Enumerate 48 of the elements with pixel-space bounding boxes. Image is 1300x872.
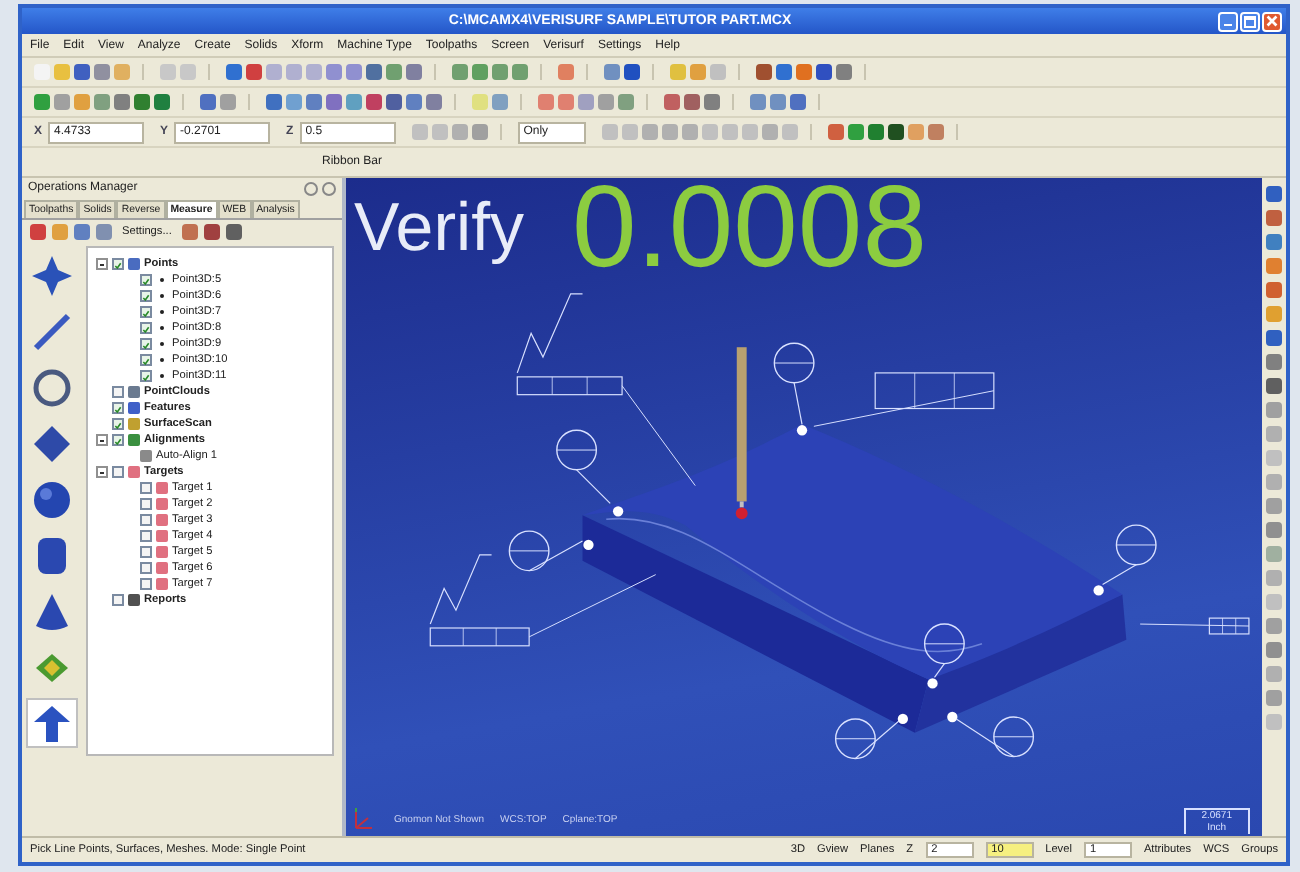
checkbox[interactable] — [140, 498, 152, 510]
node-icon — [128, 594, 140, 606]
vector-tool-button[interactable] — [26, 698, 78, 748]
deviation-value: 0.0008 — [572, 178, 927, 278]
point-icon — [30, 253, 74, 297]
sphere-icon — [30, 477, 74, 521]
checkbox[interactable] — [112, 434, 124, 446]
checkbox[interactable] — [112, 386, 124, 398]
checkbox[interactable] — [140, 290, 152, 302]
target-icon — [128, 466, 140, 478]
checkbox[interactable] — [140, 546, 152, 558]
collapse-toggle[interactable] — [96, 434, 108, 446]
checkbox[interactable] — [140, 482, 152, 494]
vector-icon — [30, 701, 74, 745]
plane-icon — [30, 421, 74, 465]
node-icon — [128, 402, 140, 414]
node-icon — [128, 258, 140, 270]
gnomon-icon — [350, 806, 378, 834]
checkbox[interactable] — [140, 322, 152, 334]
verify-label: Verify — [354, 189, 525, 267]
node-icon — [128, 386, 140, 398]
minimize-button[interactable] — [1218, 11, 1238, 31]
close-button[interactable] — [1262, 11, 1282, 31]
close-icon — [1264, 12, 1280, 30]
checkbox[interactable] — [140, 370, 152, 382]
collapse-toggle[interactable] — [96, 466, 108, 478]
line-icon — [30, 309, 74, 353]
checkbox[interactable] — [112, 594, 124, 606]
checkbox[interactable] — [140, 530, 152, 542]
node-icon — [128, 434, 140, 446]
cone-icon — [30, 589, 74, 633]
checkbox[interactable] — [140, 274, 152, 286]
checkbox[interactable] — [112, 466, 124, 478]
node-icon — [128, 418, 140, 430]
node-icon — [140, 450, 152, 462]
checkbox[interactable] — [140, 354, 152, 366]
checkbox[interactable] — [140, 514, 152, 526]
checkbox[interactable] — [112, 402, 124, 414]
checkbox[interactable] — [140, 562, 152, 574]
maximize-button[interactable] — [1240, 11, 1260, 31]
checkbox[interactable] — [112, 258, 124, 270]
checkbox[interactable] — [140, 306, 152, 318]
checkbox[interactable] — [140, 338, 152, 350]
collapse-toggle[interactable] — [96, 258, 108, 270]
checkbox[interactable] — [140, 578, 152, 590]
checkbox[interactable] — [112, 418, 124, 430]
check-icon — [114, 260, 122, 272]
circle-icon — [30, 365, 74, 409]
